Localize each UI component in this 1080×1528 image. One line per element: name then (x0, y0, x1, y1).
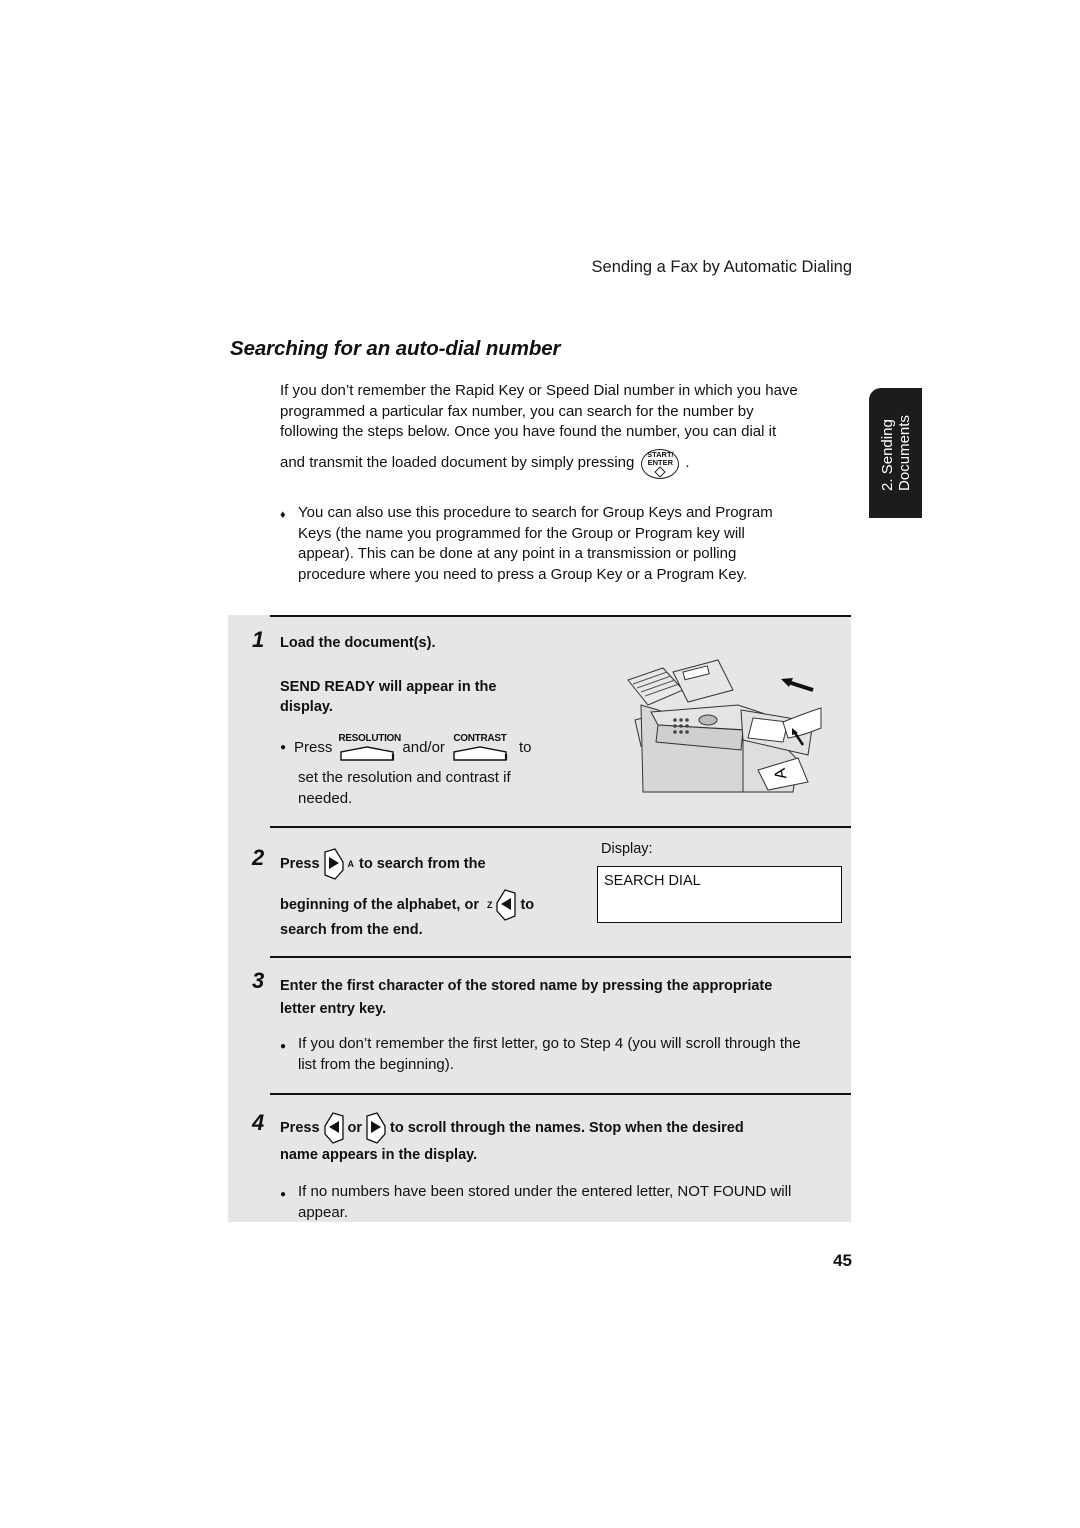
left-arrow-key-icon (496, 889, 517, 921)
step-3-bullet-line: If you don’t remember the first letter, … (298, 1035, 801, 1052)
step-3-bullet-text: If you don’t remember the first letter, … (298, 1033, 801, 1075)
diamond-bullet-icon: ♦ (280, 509, 286, 521)
start-enter-key-icon: START/ ENTER (641, 448, 680, 479)
bullet-dot-icon: ● (280, 741, 287, 753)
note-line: procedure where you need to press a Grou… (298, 565, 748, 583)
lcd-display: SEARCH DIAL (597, 866, 842, 923)
step-divider (270, 826, 851, 828)
left-arrow-key-icon (323, 1112, 344, 1144)
step-2-line1-rest: to search from the (359, 856, 486, 872)
section-title: Searching for an auto-dial number (230, 337, 561, 360)
chapter-tab: 2. Sending Documents (869, 388, 922, 518)
step-3-bullet-line: list from the beginning). (298, 1056, 454, 1073)
intro-line: following the steps below. Once you have… (280, 423, 777, 440)
press-text: Press (280, 856, 320, 872)
step-2-number: 2 (252, 845, 265, 870)
to-text: to (518, 738, 532, 756)
step-divider (270, 956, 851, 958)
step-4-line2: name appears in the display. (280, 1147, 478, 1163)
step-3-title: Enter the first character of the stored … (280, 975, 772, 1021)
chapter-tab-label: 2. Sending Documents (879, 415, 913, 491)
press-text: Press (294, 738, 333, 756)
step-2-line1: Press A to search from the (280, 848, 486, 880)
resolution-key-icon: RESOLUTION (338, 733, 401, 761)
intro-line: If you don’t remember the Rapid Key or S… (280, 382, 798, 399)
step-4-bullet: ● If no numbers have been stored under t… (280, 1181, 791, 1223)
step-1-subtitle-line: display. (280, 699, 333, 715)
step-1-number: 1 (252, 627, 265, 652)
note-line: Keys (the name you programmed for the Gr… (298, 524, 745, 542)
right-arrow-key-icon (366, 1112, 386, 1144)
chapter-tab-line1: 2. Sending (878, 419, 896, 491)
step-4-line1-rest: to scroll through the names. Stop when t… (390, 1120, 744, 1136)
bullet-dot-icon: ● (280, 1041, 287, 1052)
step-1-subtitle-line: SEND READY will appear in the (280, 679, 497, 695)
period: . (685, 454, 690, 472)
step-3-bullet: ● If you don’t remember the first letter… (280, 1033, 801, 1075)
step-1-subtitle: SEND READY will appear in the display. (280, 677, 496, 717)
step-3-number: 3 (252, 968, 265, 993)
display-label: Display: (601, 841, 653, 857)
step-1-bullet-line: needed. (298, 790, 353, 807)
intro-paragraph: If you don’t remember the Rapid Key or S… (280, 381, 850, 479)
steps-panel: 1 Load the document(s). SEND READY will … (228, 615, 851, 1222)
step-1-bullet: ● Press RESOLUTION and/or CONTRAST to (280, 733, 531, 761)
right-arrow-key-icon (323, 848, 344, 880)
start-diamond-icon (654, 466, 667, 478)
step-2-line2: beginning of the alphabet, or Z to (280, 889, 534, 921)
running-head: Sending a Fax by Automatic Dialing (591, 258, 852, 276)
key-z-label: Z (486, 900, 493, 910)
step-2-line2-start: beginning of the alphabet, or (280, 897, 479, 913)
note-line: appear). This can be done at any point i… (298, 545, 737, 562)
chapter-tab-line2: Documents (895, 415, 913, 491)
step-1-bullet-line: set the resolution and contrast if (298, 769, 511, 786)
step-1-title: Load the document(s). (280, 635, 436, 651)
step-4-bullet-text: If no numbers have been stored under the… (298, 1181, 791, 1223)
and-or-text: and/or (402, 738, 445, 756)
fax-machine-illustration: A (627, 659, 822, 793)
step-2-line2-end: to (520, 897, 535, 913)
step-3-title-line: Enter the first character of the stored … (280, 978, 773, 994)
step-divider (270, 615, 851, 617)
intro-line: programmed a particular fax number, you … (280, 402, 754, 420)
step-1-bullet-rest: set the resolution and contrast if neede… (298, 767, 511, 809)
step-4-bullet-line: If no numbers have been stored under the… (298, 1183, 792, 1200)
contrast-key-label: CONTRAST (453, 733, 507, 744)
step-2-line3: search from the end. (280, 922, 423, 938)
bullet-dot-icon: ● (280, 1189, 287, 1200)
step-4-number: 4 (252, 1110, 265, 1135)
resolution-key-label: RESOLUTION (338, 733, 401, 744)
press-text: Press (280, 1120, 320, 1136)
intro-line: and transmit the loaded document by simp… (280, 454, 635, 472)
note-line: You can also use this procedure to searc… (298, 504, 773, 521)
step-3-title-line: letter entry key. (280, 1001, 387, 1017)
key-shape (453, 746, 508, 761)
step-divider (270, 1093, 851, 1095)
intro-last-line: and transmit the loaded document by simp… (280, 448, 850, 479)
page-number: 45 (833, 1251, 852, 1270)
step-4-line1: Press or to scroll through the names. St… (280, 1112, 744, 1144)
contrast-key-icon: CONTRAST (451, 733, 509, 761)
note-group-keys: ♦ You can also use this procedure to sea… (280, 503, 840, 585)
key-a-label: A (347, 859, 355, 869)
step-4-bullet-line: appear. (298, 1204, 349, 1221)
note-text: You can also use this procedure to searc… (298, 503, 773, 585)
or-text: or (347, 1120, 363, 1136)
key-shape (340, 746, 395, 761)
